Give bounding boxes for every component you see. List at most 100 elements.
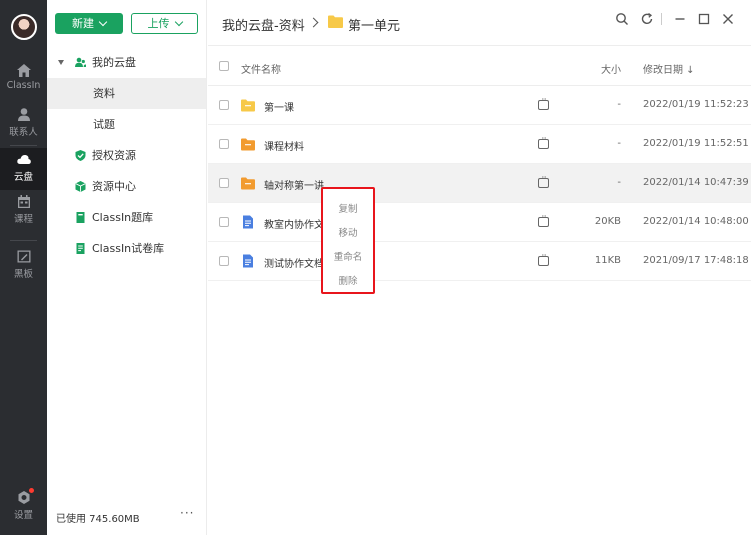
document-icon	[241, 254, 255, 268]
file-date: 2022/01/19 11:52:51	[643, 138, 749, 149]
minimize-icon[interactable]	[673, 12, 687, 26]
tree-label: 授权资源	[92, 149, 136, 162]
file-size: -	[617, 99, 621, 110]
table-row[interactable]: 轴对称第一讲 - 2022/01/14 10:47:39	[208, 164, 751, 203]
folder-icon	[328, 15, 343, 28]
column-size[interactable]: 大小	[601, 61, 621, 76]
settings-icon	[18, 491, 29, 504]
column-name: 文件名称	[241, 65, 281, 76]
tree-item-my-cloud[interactable]: 我的云盘	[47, 47, 206, 78]
refresh-icon[interactable]	[640, 12, 654, 26]
tree-item-question-bank[interactable]: ClassIn题库	[47, 202, 206, 233]
contacts-icon	[17, 108, 30, 121]
tree-item-paper-bank[interactable]: ClassIn试卷库	[47, 233, 206, 264]
tree-label: 资源中心	[92, 180, 136, 193]
select-all-checkbox[interactable]	[219, 61, 229, 71]
menu-item-copy[interactable]: 复制	[323, 201, 373, 215]
file-name[interactable]: 第一课	[264, 99, 294, 114]
folder-tree: 我的云盘 资料 试题 授权资源 资源中心 ClassIn题库 ClassIn试卷…	[47, 47, 206, 264]
tree-item-questions[interactable]: 试题	[47, 109, 206, 140]
tree-label: 资料	[93, 87, 115, 100]
search-icon[interactable]	[615, 12, 629, 26]
new-button[interactable]: 新建	[55, 13, 123, 34]
more-actions-icon[interactable]	[538, 212, 549, 227]
file-size: 11KB	[594, 255, 621, 266]
tree-label: 试题	[93, 118, 115, 131]
file-name[interactable]: 课程材料	[264, 138, 304, 153]
table-row[interactable]: 教室内协作文 20KB 2022/01/14 10:48:00	[208, 203, 751, 242]
file-name[interactable]: 测试协作文档	[264, 255, 324, 270]
toolbar-divider	[661, 13, 662, 25]
chevron-down-icon	[174, 17, 183, 27]
people-icon	[75, 57, 86, 67]
tree-item-materials[interactable]: 资料	[47, 78, 206, 109]
rail-item-settings[interactable]: 设置	[0, 491, 47, 531]
folder-icon	[241, 176, 255, 190]
maximize-icon[interactable]	[697, 12, 711, 26]
rail-item-blackboard[interactable]: 黑板	[0, 250, 47, 290]
file-date: 2022/01/14 10:47:39	[643, 177, 749, 188]
user-avatar[interactable]	[11, 14, 37, 40]
file-date: 2021/09/17 17:48:18	[643, 255, 749, 266]
breadcrumb-root[interactable]: 我的云盘-资料	[222, 15, 305, 34]
row-checkbox[interactable]	[219, 100, 229, 110]
rail-item-contacts[interactable]: 联系人	[0, 108, 47, 148]
more-actions-icon[interactable]	[538, 95, 549, 110]
close-icon[interactable]	[721, 12, 735, 26]
row-checkbox[interactable]	[219, 178, 229, 188]
context-menu: 复制 移动 重命名 删除	[321, 187, 375, 294]
file-browser: 我的云盘-资料 第一单元 文件名称 大小 修改日期 ↓ 第一课 - 2022/01/…	[208, 0, 751, 535]
row-checkbox[interactable]	[219, 256, 229, 266]
calendar-icon	[17, 195, 30, 208]
blackboard-icon	[17, 250, 30, 263]
upload-button[interactable]: 上传	[131, 13, 198, 34]
table-row[interactable]: 测试协作文档 11KB 2021/09/17 17:48:18	[208, 242, 751, 281]
table-row[interactable]: 第一课 - 2022/01/19 11:52:23	[208, 86, 751, 125]
table-row[interactable]: 课程材料 - 2022/01/19 11:52:51	[208, 125, 751, 164]
row-checkbox[interactable]	[219, 139, 229, 149]
rail-label-classin: ClassIn	[6, 80, 41, 91]
shield-icon	[75, 150, 86, 161]
tree-label: ClassIn题库	[92, 211, 154, 224]
rail-divider	[10, 240, 37, 241]
more-actions-icon[interactable]	[538, 251, 549, 266]
app-rail: ClassIn 联系人 云盘 课程 黑板 设置	[0, 0, 47, 535]
cloud-icon	[16, 154, 31, 164]
rail-label-contacts: 联系人	[9, 127, 38, 138]
column-date[interactable]: 修改日期 ↓	[643, 61, 695, 76]
menu-item-move[interactable]: 移动	[323, 225, 373, 239]
row-checkbox[interactable]	[219, 217, 229, 227]
rail-item-course[interactable]: 课程	[0, 195, 47, 235]
tree-item-authorized[interactable]: 授权资源	[47, 140, 206, 171]
menu-item-rename[interactable]: 重命名	[323, 249, 373, 263]
file-size: 20KB	[594, 216, 621, 227]
rail-item-cloud[interactable]: 云盘	[0, 148, 47, 190]
more-actions-icon[interactable]	[538, 173, 549, 188]
cube-icon	[75, 181, 86, 192]
tree-item-resource-center[interactable]: 资源中心	[47, 171, 206, 202]
upload-button-label: 上传	[147, 17, 170, 30]
expand-triangle-icon[interactable]	[58, 60, 64, 65]
document-icon	[241, 215, 255, 229]
rail-label-cloud: 云盘	[13, 172, 33, 183]
menu-item-delete[interactable]: 删除	[323, 273, 373, 287]
chevron-down-icon	[98, 17, 108, 27]
file-name[interactable]: 轴对称第一讲	[264, 177, 324, 192]
notification-dot	[29, 488, 34, 493]
rail-label-blackboard: 黑板	[13, 269, 33, 280]
rail-divider	[10, 145, 37, 146]
new-button-label: 新建	[72, 17, 94, 30]
file-date: 2022/01/19 11:52:23	[643, 99, 749, 110]
breadcrumb-current: 第一单元	[348, 19, 401, 34]
file-name[interactable]: 教室内协作文	[264, 216, 324, 231]
rail-label-course: 课程	[13, 214, 33, 225]
file-size: -	[617, 138, 621, 149]
home-icon	[16, 64, 31, 77]
tree-label: 我的云盘	[92, 56, 136, 69]
table-header: 文件名称 大小 修改日期 ↓	[208, 46, 751, 86]
chevron-right-icon	[308, 17, 319, 28]
more-options-icon[interactable]: ···	[180, 506, 194, 520]
file-date: 2022/01/14 10:48:00	[643, 216, 749, 227]
rail-item-classin[interactable]: ClassIn	[0, 64, 47, 104]
more-actions-icon[interactable]	[538, 134, 549, 149]
